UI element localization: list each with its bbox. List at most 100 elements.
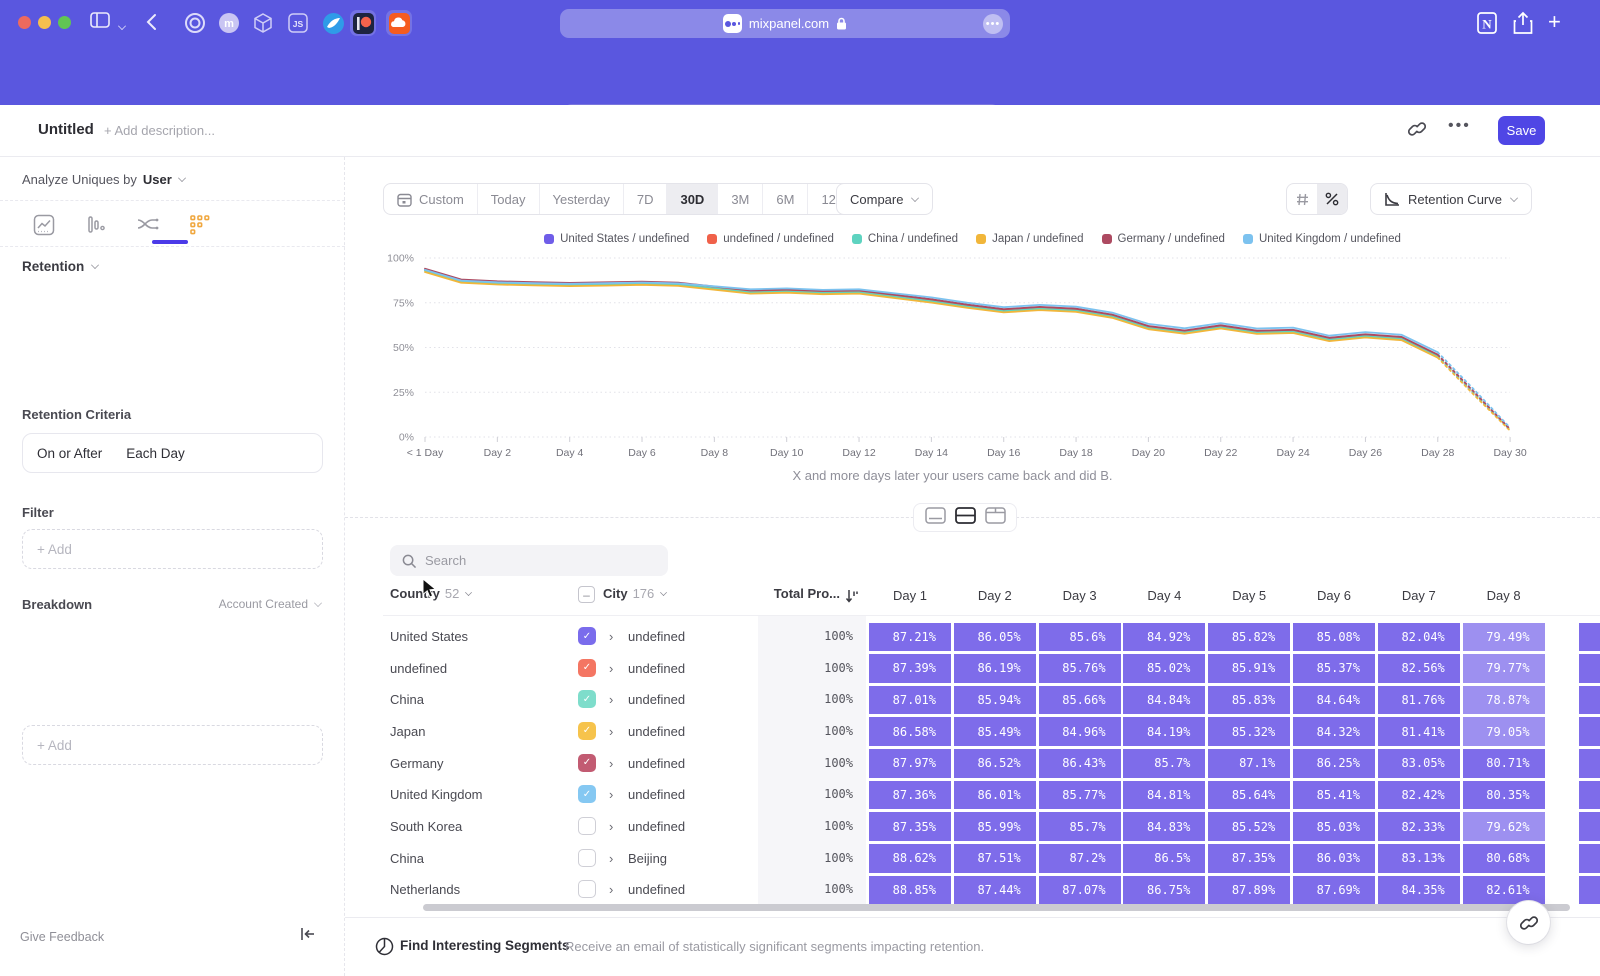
expand-row-icon[interactable]: › xyxy=(609,787,613,802)
date-range-30d[interactable]: 30D xyxy=(667,184,718,214)
tab-flows-icon[interactable] xyxy=(132,209,164,241)
add-filter-button[interactable]: + Add xyxy=(22,529,323,569)
chevron-down-icon[interactable] xyxy=(118,17,126,35)
split-view-icon[interactable] xyxy=(955,507,976,529)
retention-criteria-card[interactable]: On or After Each Day xyxy=(22,433,323,473)
expand-row-icon[interactable]: › xyxy=(609,661,613,676)
zoom-window-button[interactable] xyxy=(58,16,71,29)
table-row[interactable]: Germany✓›undefined100%87.97%86.52%86.43%… xyxy=(345,748,1600,780)
criteria-interval[interactable]: Each Day xyxy=(126,446,185,461)
breakdown-event-select[interactable]: Account Created xyxy=(219,597,322,611)
compare-button[interactable]: Compare xyxy=(836,183,933,215)
table-row[interactable]: undefined✓›undefined100%87.39%86.19%85.7… xyxy=(345,653,1600,685)
row-checkbox[interactable]: ✓ xyxy=(578,722,596,740)
add-breakdown-button[interactable]: + Add xyxy=(22,725,323,765)
tab-insights-icon[interactable] xyxy=(28,209,60,241)
retention-line-chart[interactable]: 100%75%50%25%0%< 1 DayDay 2Day 4Day 6Day… xyxy=(378,253,1558,469)
tab-funnels-icon[interactable] xyxy=(80,209,112,241)
expand-row-icon[interactable]: › xyxy=(609,756,613,771)
expand-row-icon[interactable]: › xyxy=(609,629,613,644)
close-window-button[interactable] xyxy=(18,16,31,29)
extension-soundcloud-icon[interactable] xyxy=(386,10,412,36)
extension-m-icon[interactable]: m xyxy=(216,10,242,36)
expand-row-icon[interactable]: › xyxy=(609,724,613,739)
collapse-sidebar-icon[interactable] xyxy=(300,927,316,946)
table-row[interactable]: United Kingdom✓›undefined100%87.36%86.01… xyxy=(345,779,1600,811)
expand-row-icon[interactable]: › xyxy=(609,882,613,897)
table-search[interactable] xyxy=(390,545,668,576)
row-checkbox[interactable]: ✓ xyxy=(578,785,596,803)
page-settings-icon[interactable]: ••• xyxy=(983,14,1003,34)
analyze-entity-select[interactable]: User xyxy=(143,172,172,187)
add-description[interactable]: + Add description... xyxy=(104,123,215,138)
extension-patreon-icon[interactable] xyxy=(350,10,376,36)
expand-row-icon[interactable]: › xyxy=(609,851,613,866)
day-column-header[interactable]: Day 3 xyxy=(1039,588,1121,603)
browser-address-bar[interactable]: mixpanel.com ••• xyxy=(560,9,1010,38)
date-range-custom[interactable]: Custom xyxy=(384,184,478,214)
percentage-toggle[interactable] xyxy=(1317,184,1347,214)
extension-cube-icon[interactable] xyxy=(250,10,276,36)
table-row[interactable]: United States✓›undefined100%87.21%86.05%… xyxy=(345,621,1600,653)
total-column-header[interactable]: Total Pro... xyxy=(770,586,840,614)
day-column-header[interactable]: Day 1 xyxy=(869,588,951,603)
date-range-yesterday[interactable]: Yesterday xyxy=(540,184,624,214)
table-only-view-icon[interactable] xyxy=(985,507,1006,529)
date-range-3m[interactable]: 3M xyxy=(718,184,763,214)
legend-item[interactable]: undefined / undefined xyxy=(707,233,834,245)
extension-js-icon[interactable]: JS xyxy=(285,10,311,36)
legend-item[interactable]: Japan / undefined xyxy=(976,233,1083,245)
notion-extension-icon[interactable]: N xyxy=(1476,11,1498,40)
copy-link-icon[interactable] xyxy=(1408,120,1426,143)
row-checkbox[interactable]: ✓ xyxy=(578,659,596,677)
give-feedback-link[interactable]: Give Feedback xyxy=(20,930,104,944)
table-row[interactable]: China✓›undefined100%87.01%85.94%85.66%84… xyxy=(345,684,1600,716)
day-column-header[interactable]: Day 5 xyxy=(1208,588,1290,603)
chart-only-view-icon[interactable] xyxy=(925,507,946,529)
new-tab-icon[interactable]: + xyxy=(1548,9,1561,35)
extension-bird-icon[interactable] xyxy=(320,10,346,36)
share-link-fab[interactable] xyxy=(1507,901,1550,944)
legend-item[interactable]: Germany / undefined xyxy=(1102,233,1225,245)
chart-type-select[interactable]: Retention Curve xyxy=(1370,183,1532,215)
row-checkbox[interactable] xyxy=(578,880,596,898)
retention-series-line[interactable] xyxy=(1438,352,1510,427)
row-checkbox[interactable] xyxy=(578,849,596,867)
row-checkbox[interactable]: ✓ xyxy=(578,627,596,645)
legend-item[interactable]: United Kingdom / undefined xyxy=(1243,233,1401,245)
expand-row-icon[interactable]: › xyxy=(609,819,613,834)
day-column-header[interactable]: Day 4 xyxy=(1123,588,1205,603)
legend-item[interactable]: China / undefined xyxy=(852,233,958,245)
day-column-header[interactable]: Day 8 xyxy=(1463,588,1545,603)
minimize-window-button[interactable] xyxy=(38,16,51,29)
share-icon[interactable] xyxy=(1512,11,1534,41)
row-checkbox[interactable]: ✓ xyxy=(578,690,596,708)
browser-sidebar-icon[interactable] xyxy=(90,12,110,33)
row-checkbox[interactable]: ✓ xyxy=(578,754,596,772)
extension-rings-icon[interactable] xyxy=(182,10,208,36)
legend-item[interactable]: United States / undefined xyxy=(544,233,689,245)
date-range-today[interactable]: Today xyxy=(478,184,540,214)
city-column-header[interactable]: – City176 xyxy=(578,586,667,614)
row-checkbox[interactable] xyxy=(578,817,596,835)
absolute-numbers-toggle[interactable] xyxy=(1287,184,1317,214)
save-button[interactable]: Save xyxy=(1498,116,1545,145)
back-icon[interactable] xyxy=(146,13,157,36)
retention-section-header[interactable]: Retention xyxy=(22,259,99,274)
sort-descending-icon[interactable] xyxy=(845,589,859,608)
table-row[interactable]: South Korea›undefined100%87.35%85.99%85.… xyxy=(345,811,1600,843)
retention-series-line[interactable] xyxy=(425,269,1438,355)
day-column-header[interactable]: Day 6 xyxy=(1293,588,1375,603)
horizontal-scrollbar[interactable] xyxy=(423,904,1570,911)
table-search-input[interactable] xyxy=(425,553,625,568)
tab-retention-icon[interactable] xyxy=(184,209,216,241)
date-range-7d[interactable]: 7D xyxy=(624,184,668,214)
retention-series-line[interactable] xyxy=(1438,355,1510,429)
find-segments-title[interactable]: Find Interesting Segments xyxy=(400,938,570,953)
city-select-all-checkbox[interactable]: – xyxy=(578,586,595,603)
day-column-header[interactable]: Day 2 xyxy=(954,588,1036,603)
expand-row-icon[interactable]: › xyxy=(609,692,613,707)
table-row[interactable]: China›Beijing100%88.62%87.51%87.2%86.5%8… xyxy=(345,843,1600,875)
report-title[interactable]: Untitled xyxy=(38,121,94,138)
table-row[interactable]: Netherlands›undefined100%88.85%87.44%87.… xyxy=(345,874,1600,906)
